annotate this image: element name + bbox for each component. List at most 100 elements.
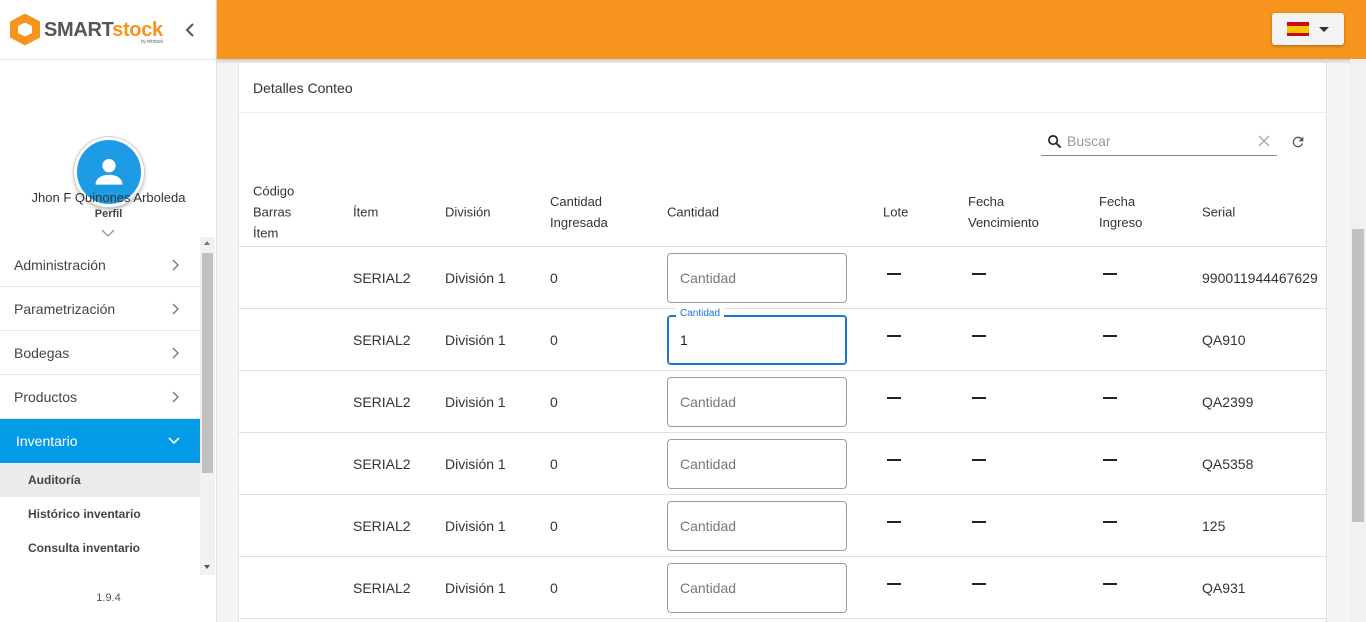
menu-item-bodegas[interactable]: Bodegas xyxy=(0,331,200,375)
quantity-input[interactable] xyxy=(680,270,834,286)
search-box xyxy=(1041,127,1277,156)
column-header-barcode[interactable]: Código Barras Ítem xyxy=(253,180,294,243)
entry-empty-dash xyxy=(1103,521,1117,523)
lot-empty-dash xyxy=(887,583,901,585)
expiry-empty-dash xyxy=(972,397,986,399)
user-role-link[interactable]: Perfil xyxy=(0,208,217,220)
brand-name: SMARTstock by infotrack xyxy=(44,18,163,45)
item-cell: SERIAL2 xyxy=(353,517,411,534)
menu-item-parametrizacion[interactable]: Parametrización xyxy=(0,287,200,331)
quantity-input[interactable] xyxy=(680,580,834,596)
quantity-field xyxy=(667,377,847,427)
spain-flag-icon xyxy=(1287,22,1309,36)
menu-item-inventario[interactable]: Inventario xyxy=(0,419,200,463)
division-cell: División 1 xyxy=(445,455,506,472)
submenu-item-consulta-inventario[interactable]: Consulta inventario xyxy=(0,531,200,565)
main-scroll-thumb[interactable] xyxy=(1352,229,1364,522)
sidebar-scrollbar[interactable] xyxy=(200,237,215,575)
entered-quantity-cell: 0 xyxy=(550,455,558,472)
user-name: Jhon F Quinones Arboleda xyxy=(31,190,186,205)
count-details-card: Detalles Conteo Código Barras Ítem Ítem … xyxy=(238,62,1327,622)
entered-quantity-cell: 0 xyxy=(550,517,558,534)
table-row: SERIAL2 División 1 0 QA2399 xyxy=(239,371,1326,433)
quantity-input[interactable] xyxy=(680,456,834,472)
column-header-quantity[interactable]: Cantidad xyxy=(667,201,719,222)
entry-empty-dash xyxy=(1103,583,1117,585)
lot-empty-dash xyxy=(887,521,901,523)
quantity-field: Cantidad xyxy=(667,308,847,365)
header-text: Ingreso xyxy=(1099,214,1143,230)
entered-quantity-cell: 0 xyxy=(550,393,558,410)
quantity-field xyxy=(667,563,847,613)
collapse-sidebar-button[interactable] xyxy=(180,20,200,40)
user-icon xyxy=(95,159,123,185)
header-text: Código xyxy=(253,183,295,198)
header-text: Serial xyxy=(1202,204,1236,219)
table-row: SERIAL2 División 1 0 QA5358 xyxy=(239,433,1326,495)
serial-cell: QA910 xyxy=(1202,331,1246,348)
quantity-field xyxy=(667,253,847,303)
column-header-item[interactable]: Ítem xyxy=(353,201,378,222)
lot-empty-dash xyxy=(887,273,901,275)
entered-quantity-cell: 0 xyxy=(550,579,558,596)
profile-toggle-button[interactable] xyxy=(98,223,118,243)
brand-name-part2: stock xyxy=(112,18,163,41)
quantity-field xyxy=(667,439,847,489)
division-cell: División 1 xyxy=(445,517,506,534)
menu-item-administracion[interactable]: Administración xyxy=(0,243,200,287)
serial-cell: 990011944467629 xyxy=(1202,269,1318,286)
language-selector[interactable] xyxy=(1272,13,1344,45)
division-cell: División 1 xyxy=(445,331,506,348)
brand-logo-icon xyxy=(10,13,40,46)
menu-item-productos[interactable]: Productos xyxy=(0,375,200,419)
table-header: Código Barras Ítem Ítem División Cantida… xyxy=(239,177,1326,247)
refresh-button[interactable] xyxy=(1287,131,1309,153)
submenu-item-auditoria[interactable]: Auditoría xyxy=(0,463,200,497)
quantity-floating-label: Cantidad xyxy=(676,308,725,319)
column-header-lot[interactable]: Lote xyxy=(883,201,908,222)
menu-item-label: Bodegas xyxy=(14,344,70,361)
clear-search-icon[interactable] xyxy=(1251,135,1277,147)
column-header-quantity-entered[interactable]: Cantidad Ingresada xyxy=(550,191,608,233)
scroll-down-icon[interactable] xyxy=(204,565,210,569)
search-icon xyxy=(1041,134,1067,149)
scroll-up-icon[interactable] xyxy=(204,241,210,245)
item-cell: SERIAL2 xyxy=(353,269,411,286)
chevron-right-icon xyxy=(172,391,179,402)
quantity-input[interactable] xyxy=(680,394,834,410)
card-title: Detalles Conteo xyxy=(239,63,1326,113)
caret-down-icon xyxy=(1319,26,1329,32)
entry-empty-dash xyxy=(1103,273,1117,275)
division-cell: División 1 xyxy=(445,393,506,410)
submenu-item-historico-inventario[interactable]: Histórico inventario xyxy=(0,497,200,531)
brand-name-part1: SMART xyxy=(44,18,113,41)
serial-cell: QA931 xyxy=(1202,579,1246,596)
search-input[interactable] xyxy=(1067,133,1251,149)
item-cell: SERIAL2 xyxy=(353,393,411,410)
entered-quantity-cell: 0 xyxy=(550,331,558,348)
chevron-left-icon xyxy=(185,23,194,37)
column-header-expiry-date[interactable]: Fecha Vencimiento xyxy=(968,191,1039,233)
header-text: Barras xyxy=(253,204,292,219)
sidebar: SMARTstock by infotrack Jhon F Quinones … xyxy=(0,0,217,622)
header-text: Fecha xyxy=(1099,193,1136,209)
quantity-input[interactable] xyxy=(680,518,834,534)
division-cell: División 1 xyxy=(445,269,506,286)
table-row: SERIAL2 División 1 0 125 xyxy=(239,495,1326,557)
menu-item-label: Administración xyxy=(14,256,106,273)
main-scrollbar[interactable] xyxy=(1350,59,1366,622)
entered-quantity-cell: 0 xyxy=(550,269,558,286)
sidebar-scroll-thumb[interactable] xyxy=(202,253,213,473)
menu-item-label: Parametrización xyxy=(14,300,116,317)
division-cell: División 1 xyxy=(445,579,506,596)
column-header-division[interactable]: División xyxy=(445,201,491,222)
column-header-serial[interactable]: Serial xyxy=(1202,201,1235,222)
column-header-entry-date[interactable]: Fecha Ingreso xyxy=(1099,191,1142,233)
item-cell: SERIAL2 xyxy=(353,331,411,348)
quantity-input[interactable] xyxy=(680,332,834,348)
chevron-right-icon xyxy=(172,303,179,314)
chevron-down-icon xyxy=(168,437,180,445)
item-cell: SERIAL2 xyxy=(353,455,411,472)
table-body: SERIAL2 División 1 0 990011944467629 SER… xyxy=(239,247,1326,619)
menu-item-label: Productos xyxy=(14,388,78,405)
